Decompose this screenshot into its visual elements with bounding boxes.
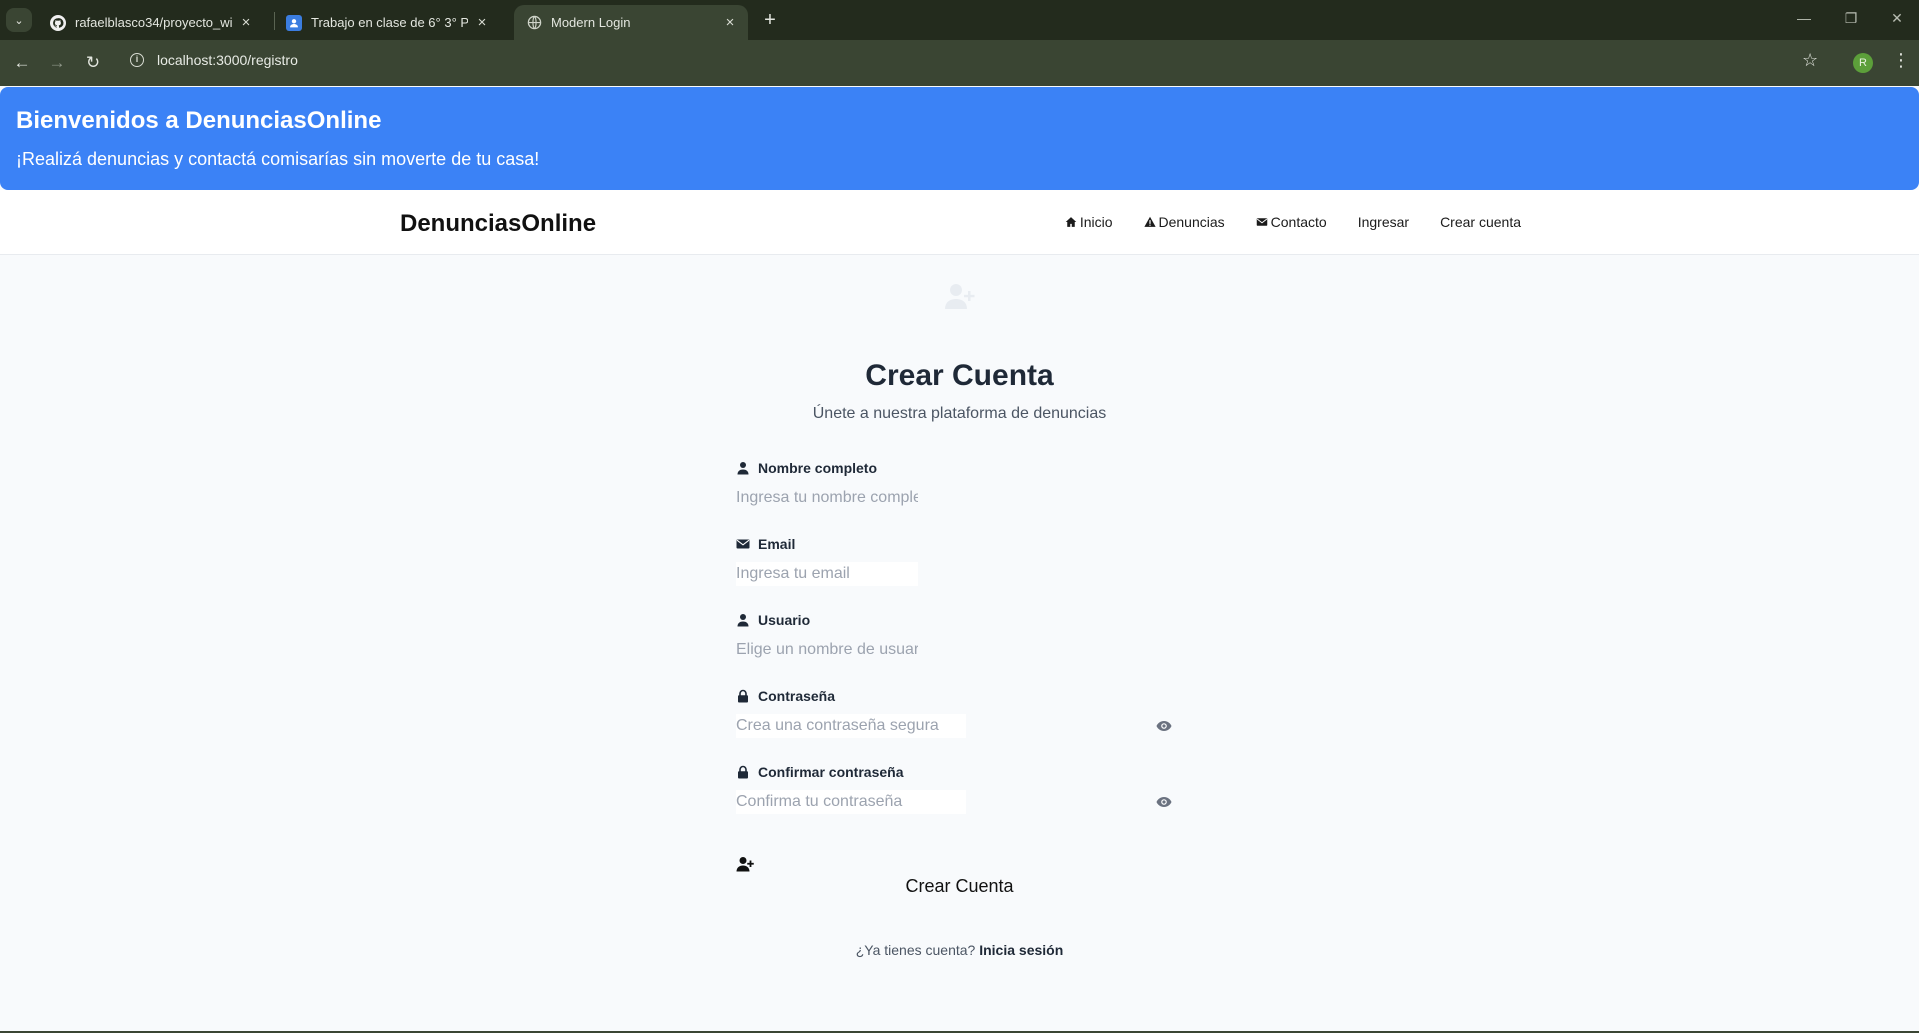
globe-icon [526,15,542,31]
site-info-icon[interactable]: i [130,53,144,67]
user-plus-icon [945,284,975,309]
confirm-password-input[interactable] [736,790,966,814]
nav-link-label: Inicio [1079,214,1113,230]
nav-link-contacto[interactable]: Contacto [1256,214,1327,230]
new-tab-button[interactable]: + [757,8,783,34]
home-icon [1065,217,1077,227]
url-text[interactable]: localhost:3000/registro [157,52,298,68]
site-navbar: DenunciasOnline Inicio Denuncias Contact… [0,190,1919,255]
github-icon [50,14,66,31]
close-icon[interactable]: × [238,14,254,31]
username-input[interactable] [736,638,918,662]
create-account-button[interactable]: Crear Cuenta [736,868,1183,904]
profile-avatar[interactable]: R [1853,53,1873,73]
nav-link-label: Ingresar [1357,214,1410,230]
user-icon [737,462,749,475]
address-bar[interactable] [122,45,1822,81]
form-subtitle: Únete a nuestra plataforma de denuncias [812,405,1107,422]
eye-icon[interactable] [1156,796,1172,808]
nav-link-denuncias[interactable]: Denuncias [1143,214,1225,230]
brand-logo[interactable]: DenunciasOnline [400,210,596,238]
nav-link-label: Crear cuenta [1440,214,1521,230]
restore-icon[interactable]: ❐ [1841,10,1861,27]
user-icon [737,614,749,627]
tab-search-dropdown[interactable]: ⌄ [6,8,32,32]
close-icon[interactable]: × [722,14,738,31]
email-field[interactable] [736,562,918,586]
have-account-text: ¿Ya tienes cuenta? [855,942,976,958]
browser-tab-classroom[interactable]: Trabajo en clase de 6° 3° Programación × [274,5,500,40]
nav-link-crear-cuenta[interactable]: Crear cuenta [1440,214,1521,230]
close-window-icon[interactable]: ✕ [1887,10,1907,27]
browser-tab-bar: ⌄ rafaelblasco34/proyecto_widiem × Traba… [0,0,1919,40]
envelope-icon [736,539,750,549]
fullname-input[interactable] [736,486,918,510]
reload-icon[interactable]: ↻ [81,51,105,75]
tab-title: Modern Login [551,15,631,30]
email-label: Email [736,536,795,552]
nav-link-inicio[interactable]: Inicio [1065,214,1113,230]
label-text: Confirmar contraseña [758,764,904,780]
label-text: Contraseña [758,688,836,704]
signin-prompt: ¿Ya tienes cuenta? Inicia sesión [0,942,1919,958]
username-label: Usuario [736,612,810,628]
nav-link-label: Contacto [1270,214,1327,230]
banner-title: Bienvenidos a DenunciasOnline [16,107,382,134]
form-title: Crear Cuenta [865,359,1054,392]
welcome-banner: Bienvenidos a DenunciasOnline ¡Realizá d… [0,87,1919,190]
eye-icon[interactable] [1156,720,1172,732]
label-text: Nombre completo [758,460,878,476]
browser-tab-github[interactable]: rafaelblasco34/proyecto_widiem × [38,5,264,40]
warning-icon [1143,216,1156,227]
minimize-icon[interactable]: — [1794,10,1814,26]
password-input[interactable] [736,714,966,738]
label-text: Email [758,536,796,552]
password-label: Contraseña [736,688,835,704]
banner-subtitle: ¡Realizá denuncias y contactá comisarías… [16,149,540,169]
close-icon[interactable]: × [474,14,490,31]
tab-title: rafaelblasco34/proyecto_widiem [75,15,232,30]
fullname-label: Nombre completo [736,460,877,476]
label-text: Usuario [758,612,811,628]
nav-link-label: Denuncias [1158,214,1225,230]
nav-links: Inicio Denuncias Contacto Ingresar Crear… [1065,214,1521,230]
tab-title: Trabajo en clase de 6° 3° Programación [311,15,468,30]
browser-tab-active[interactable]: Modern Login × [514,5,748,40]
browser-menu-icon[interactable]: ⋮ [1892,51,1910,69]
classroom-icon [286,14,302,31]
envelope-icon [1256,218,1267,226]
back-icon[interactable]: ← [10,51,34,75]
lock-icon [738,689,748,703]
forward-icon[interactable]: → [45,51,69,75]
confirm-password-label: Confirmar contraseña [736,764,903,780]
nav-link-ingresar[interactable]: Ingresar [1358,214,1409,230]
signin-link[interactable]: Inicia sesión [979,942,1063,958]
bookmark-star-icon[interactable]: ☆ [1802,50,1818,71]
lock-icon [738,765,748,779]
